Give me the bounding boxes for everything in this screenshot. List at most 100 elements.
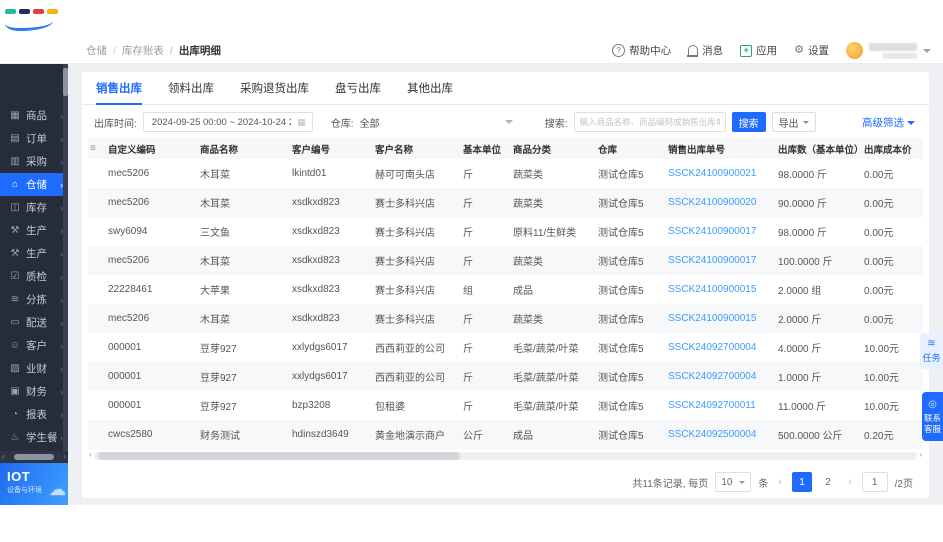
iot-banner[interactable]: IOT 设备与环境 ☁ xyxy=(0,463,68,505)
table-cell: 木耳菜 xyxy=(200,257,230,268)
column-settings-header[interactable]: ≡ xyxy=(88,138,106,159)
outbound-order-link[interactable]: SSCK24092700004 xyxy=(666,333,776,362)
scroll-left-icon[interactable]: ‹ xyxy=(89,450,92,459)
advanced-filter-link[interactable]: 高级筛选 xyxy=(862,115,915,130)
scroll-left-icon[interactable]: ‹ xyxy=(2,451,5,463)
main-content: 销售出库领料出库采购退货出库盘亏出库其他出库 出库时间: ▦ 仓库: 全部 搜索… xyxy=(68,64,943,505)
sidebar-item[interactable]: ☺ 客户 › xyxy=(0,334,68,357)
settings-button[interactable]: ⚙ 设置 xyxy=(794,43,829,58)
outbound-order-link[interactable]: SSCK24100900021 xyxy=(666,159,776,188)
sidebar-item[interactable]: ▭ 配送 › xyxy=(0,311,68,334)
sidebar-item[interactable]: ▤ 订单 › xyxy=(0,127,68,150)
table-cell: mec5206 xyxy=(108,313,150,324)
customer-service-label: 联系客服 xyxy=(924,413,942,435)
sidebar-item[interactable]: ⚒ 生产 › xyxy=(0,219,68,242)
outbound-order-link[interactable]: SSCK24100900017 xyxy=(666,217,776,246)
table-header-cell: 出库数（基本单位） xyxy=(776,138,862,159)
customer-service-floating-button[interactable]: ◎ 联系客服 xyxy=(922,392,943,442)
tasks-icon: ≋ xyxy=(927,338,936,349)
messages-button[interactable]: 消息 xyxy=(687,43,724,58)
table-cell: 豆芽927 xyxy=(200,344,237,355)
sidebar-horizontal-scrollbar[interactable]: ‹ › xyxy=(0,451,68,463)
sidebar-item-label: 商品 xyxy=(26,110,47,122)
sidebar-item[interactable]: ≋ 分拣 › xyxy=(0,288,68,311)
cloud-icon: ☁ xyxy=(49,480,66,499)
export-button[interactable]: 导出 xyxy=(771,112,816,132)
sidebar-item[interactable]: ♨ 学生餐 › xyxy=(0,426,68,449)
tasks-floating-button[interactable]: ≋ 任务 xyxy=(920,333,943,369)
tab-bar: 销售出库 领料出库 采购退货出库 盘亏出库 其他出库 xyxy=(82,72,929,105)
table-cell: 测试仓库5 xyxy=(598,344,644,355)
table-cell: 赛士多科兴店 xyxy=(375,286,435,297)
tab[interactable]: 其他出库 xyxy=(407,72,453,104)
next-page-button[interactable]: › xyxy=(845,476,855,488)
breadcrumb-item[interactable]: 库存账表 xyxy=(107,43,164,58)
sidebar-item[interactable]: ☑ 质检 › xyxy=(0,265,68,288)
search-label: 搜索: xyxy=(544,118,568,130)
page-size-select[interactable]: 10 xyxy=(715,472,752,492)
outbound-order-link[interactable]: SSCK24100900020 xyxy=(666,188,776,217)
column-settings-icon[interactable]: ≡ xyxy=(90,143,96,154)
breadcrumb-item[interactable]: 仓储 xyxy=(86,43,107,58)
sidebar-item[interactable]: ▦ 商品 › xyxy=(0,104,68,127)
user-menu[interactable] xyxy=(846,42,931,59)
date-range-picker[interactable]: ▦ xyxy=(142,112,313,132)
apps-label: 应用 xyxy=(756,45,778,57)
customer-service-icon: ◎ xyxy=(928,399,937,410)
table-hscroll-thumb[interactable] xyxy=(98,452,461,460)
help-center-button[interactable]: ? 帮助中心 xyxy=(612,43,671,58)
table-cell: 斤 xyxy=(463,199,473,210)
record-count-text: 共11条记录, 每页 xyxy=(632,478,709,490)
sidebar-item[interactable]: ⌂ 仓储 › xyxy=(0,173,68,196)
sidebar-item-label: 仓储 xyxy=(26,179,47,191)
table-cell: 蔬菜类 xyxy=(513,170,543,181)
tab[interactable]: 领料出库 xyxy=(168,72,214,104)
outbound-order-link[interactable]: SSCK24092500004 xyxy=(666,420,776,449)
table-cell: 测试仓库5 xyxy=(598,373,644,384)
sidebar-item[interactable]: ◫ 库存 › xyxy=(0,196,68,219)
table-cell: xsdkxd823 xyxy=(292,284,340,295)
tab[interactable]: 销售出库 xyxy=(96,72,142,105)
scroll-right-icon[interactable]: › xyxy=(63,451,66,463)
table-cell: 2.0000 组 xyxy=(778,286,822,297)
search-input[interactable] xyxy=(573,112,726,132)
breadcrumb-item[interactable]: 出库明细 xyxy=(164,43,221,58)
sidebar-item-label: 配送 xyxy=(26,317,47,329)
table-horizontal-scrollbar[interactable]: ‹ › xyxy=(89,450,922,460)
outbound-order-link[interactable]: SSCK24092700004 xyxy=(666,362,776,391)
outbound-order-link[interactable]: SSCK24100900015 xyxy=(666,275,776,304)
warehouse-select[interactable]: 仓库: 全部 xyxy=(331,115,513,130)
page-number-button[interactable]: 2 xyxy=(818,472,838,492)
table-cell: 毛菜/蔬菜/叶菜 xyxy=(513,402,579,413)
page-jump-input[interactable]: 1 xyxy=(861,472,888,492)
sidebar-item[interactable]: ⚒ 生产 › xyxy=(0,242,68,265)
outbound-order-link[interactable]: SSCK24100900015 xyxy=(666,304,776,333)
scroll-right-icon[interactable]: › xyxy=(919,450,922,459)
apps-button[interactable]: + 应用 xyxy=(740,43,777,58)
messages-label: 消息 xyxy=(702,45,724,57)
table-cell: 成品 xyxy=(513,431,533,442)
table-header-cell: 仓库 xyxy=(596,138,666,159)
table-cell: 木耳菜 xyxy=(200,315,230,326)
page-number-button[interactable]: 1 xyxy=(791,472,812,492)
prev-page-button[interactable]: ‹ xyxy=(775,476,785,488)
tab[interactable]: 盘亏出库 xyxy=(335,72,381,104)
sidebar-item[interactable]: ◔ 报表 › xyxy=(0,403,68,426)
date-range-input[interactable] xyxy=(149,115,294,129)
calendar-icon[interactable]: ▦ xyxy=(297,117,306,128)
outbound-order-link[interactable]: SSCK24092700011 xyxy=(666,391,776,420)
sidebar-hscroll-thumb[interactable] xyxy=(14,454,54,460)
sidebar-item[interactable]: ▧ 业财 › xyxy=(0,357,68,380)
table-row: mec5206 木耳菜 xsdkxd823 赛士多科兴店 斤 蔬菜类 测试仓库5 SSCK24… xyxy=(88,246,923,275)
sidebar-item[interactable]: ▥ 采购 › xyxy=(0,150,68,173)
warehouse-value[interactable]: 全部 xyxy=(360,115,380,130)
table-cell: 测试仓库5 xyxy=(598,402,644,413)
table-cell: 公斤 xyxy=(463,431,483,442)
table-cell: xxlydgs6017 xyxy=(292,342,348,353)
sidebar-item-icon: ▭ xyxy=(10,317,20,328)
tab[interactable]: 采购退货出库 xyxy=(240,72,309,104)
search-button[interactable]: 搜索 xyxy=(731,112,766,132)
outbound-order-link[interactable]: SSCK24100900017 xyxy=(666,246,776,275)
sidebar-item-icon: ♨ xyxy=(10,432,20,443)
sidebar-item[interactable]: ▣ 财务 › xyxy=(0,380,68,403)
